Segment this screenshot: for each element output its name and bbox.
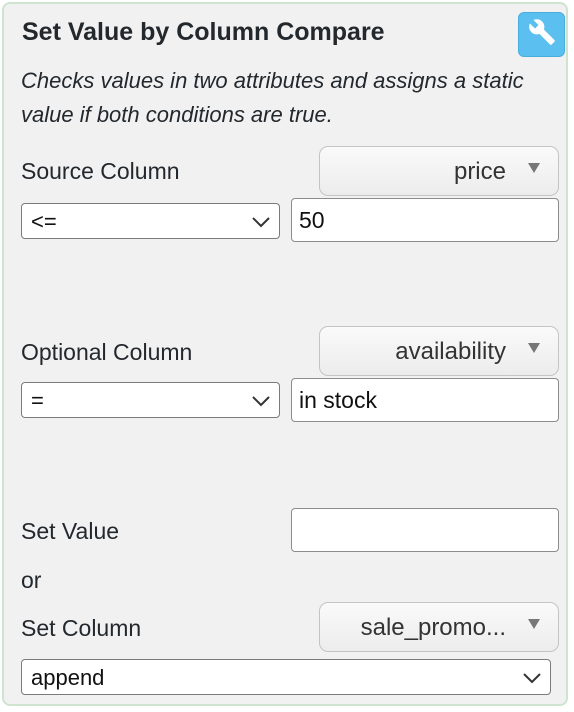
set-column-mode-select[interactable]: append [21, 659, 551, 695]
wrench-icon [528, 18, 556, 51]
optional-operator-select[interactable]: = [21, 382, 280, 418]
panel-description: Checks values in two attributes and assi… [21, 68, 524, 127]
set-column-select[interactable]: sale_promo... [319, 602, 559, 652]
chevron-down-icon [252, 217, 270, 228]
source-operator-value: <= [31, 209, 57, 234]
source-compare-input[interactable]: 50 [291, 198, 559, 242]
set-value-label: Set Value [21, 518, 120, 544]
panel-title: Set Value by Column Compare [22, 18, 385, 46]
optional-operator-value: = [31, 388, 44, 413]
dropdown-triangle-icon [528, 163, 540, 173]
set-column-label: Set Column [21, 615, 142, 641]
optional-column-select[interactable]: availability [319, 326, 559, 376]
chevron-down-icon [523, 673, 541, 684]
optional-column-label: Optional Column [21, 339, 193, 365]
chevron-down-icon [252, 396, 270, 407]
set-value-input[interactable] [291, 508, 559, 552]
optional-column-value: availability [395, 338, 506, 365]
source-column-label: Source Column [21, 158, 180, 184]
settings-button[interactable] [518, 12, 565, 57]
dropdown-triangle-icon [528, 619, 540, 629]
source-operator-select[interactable]: <= [21, 203, 280, 239]
source-column-value: price [453, 158, 506, 185]
dropdown-triangle-icon [528, 343, 540, 353]
optional-compare-input[interactable]: in stock [291, 378, 559, 422]
source-column-select[interactable]: price [319, 146, 559, 196]
column-compare-panel: Set Value by Column Compare Checks value… [2, 2, 568, 706]
set-column-mode-value: append [31, 665, 105, 690]
or-separator: or [21, 567, 42, 593]
set-column-value: sale_promo... [360, 614, 506, 641]
